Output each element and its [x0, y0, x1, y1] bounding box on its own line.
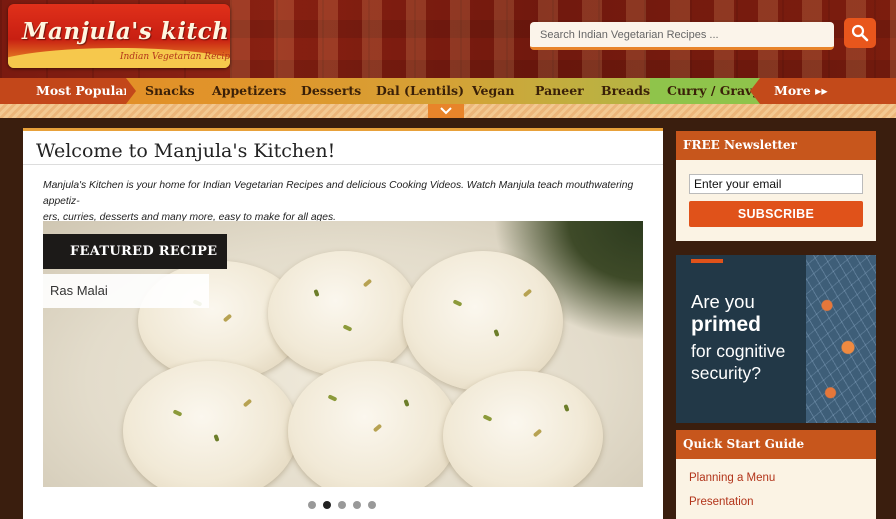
nav-desserts[interactable]: Desserts: [301, 78, 361, 104]
nav-snacks[interactable]: Snacks: [145, 78, 195, 104]
title-divider: [23, 164, 663, 165]
newsletter-widget: FREE Newsletter SUBSCRIBE: [676, 131, 876, 241]
search-box: [530, 22, 834, 50]
site-header: Manjula's kitchen Indian Vegetarian Reci…: [0, 0, 896, 78]
slider-dot[interactable]: [353, 501, 361, 509]
nav-paneer[interactable]: Paneer: [535, 78, 584, 104]
subscribe-button[interactable]: SUBSCRIBE: [689, 201, 863, 227]
ad-accent-bar: [691, 259, 723, 263]
featured-slider[interactable]: FEATURED RECIPE Ras Malai: [43, 221, 643, 487]
main-content: Welcome to Manjula's Kitchen! Manjula's …: [23, 128, 663, 519]
quick-start-heading: Quick Start Guide: [676, 430, 876, 459]
quick-link-presentation[interactable]: Presentation: [689, 496, 754, 508]
ad-text-line: primed: [691, 313, 762, 336]
ad-text-line: security?: [691, 363, 762, 383]
nav-expand-toggle[interactable]: [428, 104, 464, 118]
slider-dot[interactable]: [338, 501, 346, 509]
intro-line-1: Manjula's Kitchen is your home for India…: [43, 180, 634, 207]
ras-malai-image: [443, 371, 603, 487]
newsletter-heading: FREE Newsletter: [676, 131, 876, 160]
nav-dal-lentils[interactable]: Dal (Lentils): [376, 78, 464, 104]
search-input[interactable]: [530, 22, 834, 47]
featured-recipe-name[interactable]: Ras Malai: [43, 274, 209, 308]
page-title: Welcome to Manjula's Kitchen!: [36, 140, 336, 162]
ad-neuron-image: [806, 255, 876, 423]
nav-vegan[interactable]: Vegan: [472, 78, 514, 104]
quick-link-planning-menu[interactable]: Planning a Menu: [689, 472, 775, 484]
quick-start-widget: Quick Start Guide Planning a Menu Presen…: [676, 430, 876, 519]
nav-curry-gravy[interactable]: Curry / Gravy: [667, 78, 760, 104]
nav-most-popular[interactable]: Most Popular: [0, 78, 136, 104]
slider-dot-active[interactable]: [323, 501, 331, 509]
ras-malai-image: [268, 251, 418, 376]
ras-malai-image: [123, 361, 298, 487]
nav-breads[interactable]: Breads: [601, 78, 650, 104]
intro-text: Manjula's Kitchen is your home for India…: [43, 178, 643, 226]
nav-more[interactable]: More ▸▸: [750, 78, 896, 104]
search-button[interactable]: [844, 18, 876, 48]
chevron-down-icon: [440, 107, 452, 115]
ad-text-line: for cognitive: [691, 341, 786, 361]
featured-recipe-badge: FEATURED RECIPE: [43, 234, 227, 269]
nav-appetizers[interactable]: Appetizers: [212, 78, 286, 104]
site-logo[interactable]: Manjula's kitchen Indian Vegetarian Reci…: [8, 4, 230, 68]
slider-dot[interactable]: [308, 501, 316, 509]
email-field[interactable]: [689, 174, 863, 194]
slider-dot[interactable]: [368, 501, 376, 509]
ras-malai-image: [403, 251, 563, 391]
slider-pagination: [308, 501, 376, 509]
logo-title: Manjula's kitchen: [22, 18, 230, 45]
search-icon: [851, 24, 869, 42]
advertisement[interactable]: Are you primed for cognitive security?: [676, 255, 876, 423]
main-nav: Most Popular Snacks Appetizers Desserts …: [0, 78, 896, 104]
logo-tagline: Indian Vegetarian Recipes: [120, 52, 230, 62]
ras-malai-image: [288, 361, 458, 487]
ad-text-line: Are you: [691, 291, 755, 312]
